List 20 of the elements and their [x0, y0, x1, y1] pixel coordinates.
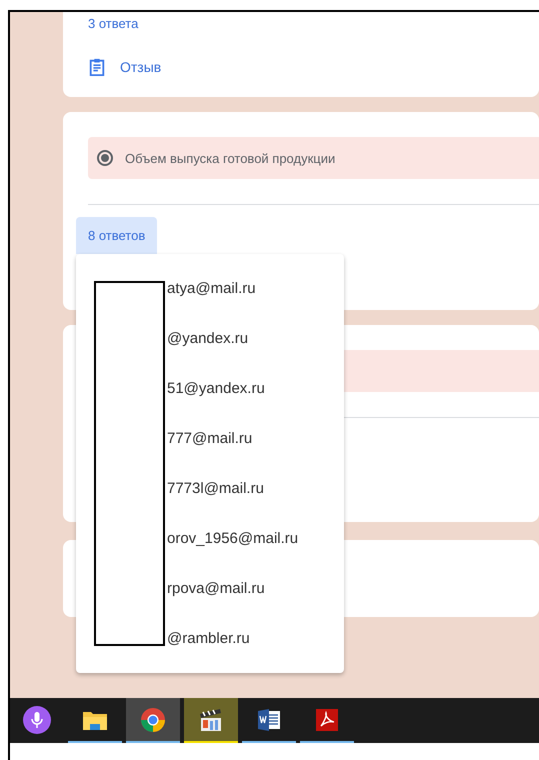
email-item[interactable]: orov_1956@mail.ru	[76, 514, 344, 564]
responses-button[interactable]: 8 ответов	[76, 217, 158, 254]
email-item[interactable]: atya@mail.ru	[76, 264, 344, 314]
responses-link[interactable]: 3 ответа	[88, 16, 138, 31]
option-label: Объем выпуска готовой продукции	[125, 150, 336, 166]
pdf-document-icon	[314, 706, 340, 732]
email-item[interactable]: rpova@mail.ru	[76, 564, 344, 614]
word-document-icon	[256, 706, 282, 732]
email-item[interactable]: 51@yandex.ru	[76, 364, 344, 414]
feedback-link[interactable]: Отзыв	[120, 59, 162, 75]
microphone-icon	[23, 706, 51, 734]
chrome-logo-icon	[140, 706, 166, 732]
clapperboard-icon	[198, 706, 224, 732]
email-item[interactable]: 7773l@mail.ru	[76, 464, 344, 514]
clipboard-icon	[88, 57, 106, 77]
email-item[interactable]: @yandex.ru	[76, 314, 344, 364]
radio-button[interactable]	[97, 150, 113, 166]
email-item[interactable]: @rambler.ru	[76, 614, 344, 664]
email-item[interactable]: 777@mail.ru	[76, 414, 344, 464]
taskbar-button[interactable]	[184, 698, 238, 743]
